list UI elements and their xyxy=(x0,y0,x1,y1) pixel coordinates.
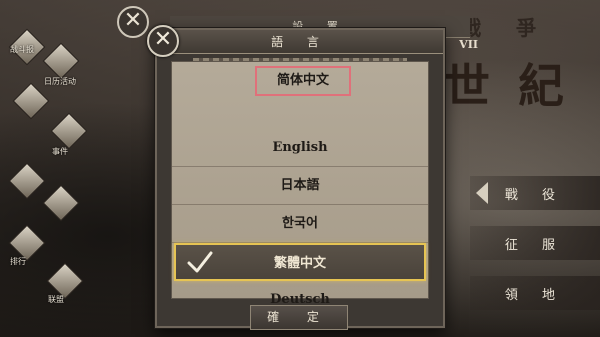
language-dialog: 語 言 简体中文 English 日本語 한국어 繁體中文 Deutsch 確 … xyxy=(155,28,445,330)
scroll-icon[interactable] xyxy=(42,42,80,80)
campaign-button[interactable]: 戰 役 xyxy=(470,176,600,210)
mail-icon[interactable] xyxy=(8,162,46,200)
close-icon: ✕ xyxy=(153,27,173,52)
arrow-left-icon xyxy=(476,182,488,204)
conquest-label: 征 服 xyxy=(504,237,566,253)
game-title-main: 世 紀 xyxy=(443,59,570,113)
dialog-close-button[interactable]: ✕ xyxy=(147,25,179,57)
crest-icon[interactable] xyxy=(42,184,80,222)
side-menu: 战斗报 日历活动 事件 排行 联盟 xyxy=(4,28,88,330)
language-list: 简体中文 English 日本語 한국어 繁體中文 Deutsch xyxy=(171,61,429,307)
side-item-label: 联盟 xyxy=(48,295,64,304)
language-option-ko[interactable]: 한국어 xyxy=(172,205,428,243)
dialog-title: 語 言 xyxy=(157,30,443,54)
upload-icon[interactable] xyxy=(50,112,88,150)
territory-button[interactable]: 領 地 xyxy=(470,276,600,310)
language-option-ja[interactable]: 日本語 xyxy=(172,167,428,205)
close-icon: ✕ xyxy=(123,8,143,33)
campaign-label: 戰 役 xyxy=(504,187,566,203)
side-item-label: 排行 xyxy=(10,257,26,266)
side-item-label: 事件 xyxy=(52,147,68,156)
checkmark-icon xyxy=(187,251,213,273)
confirm-button[interactable]: 確 定 xyxy=(250,305,348,330)
language-option-label: 繁體中文 xyxy=(273,256,326,271)
language-option-zh-hant[interactable]: 繁體中文 xyxy=(174,243,426,281)
territory-label: 領 地 xyxy=(504,287,566,303)
helmet-icon[interactable] xyxy=(12,82,50,120)
side-item-label: 战斗报 xyxy=(10,45,34,54)
settings-close-button[interactable]: ✕ xyxy=(117,6,149,38)
conquest-button[interactable]: 征 服 xyxy=(470,226,600,260)
language-option-en[interactable]: English xyxy=(172,129,428,167)
language-option-zh-hans[interactable]: 简体中文 xyxy=(255,66,351,96)
side-item-label: 日历活动 xyxy=(44,77,76,86)
